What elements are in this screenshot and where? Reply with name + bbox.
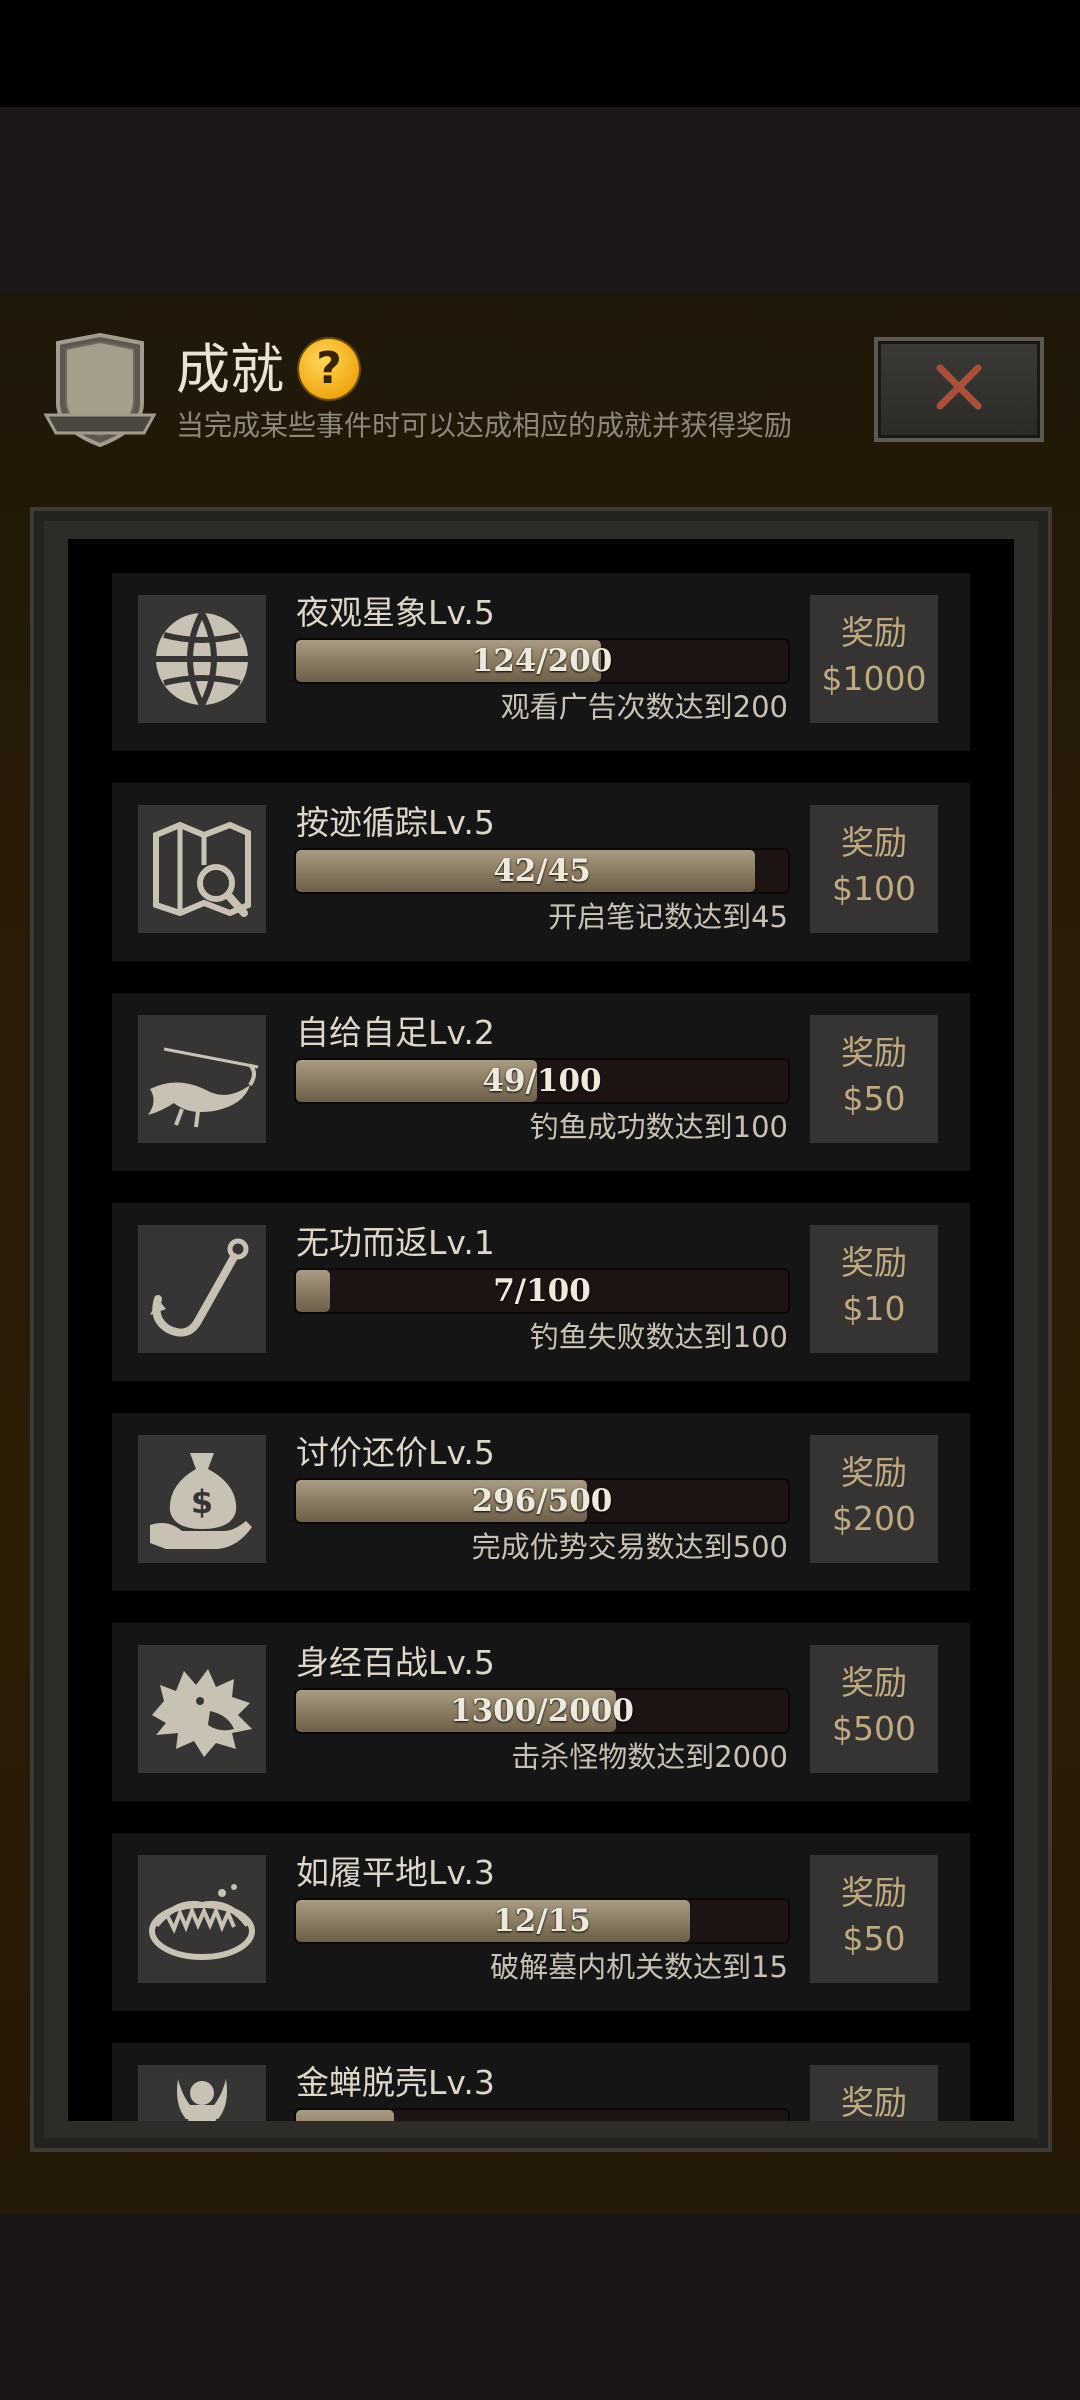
achievement-goal: 开启笔记数达到45 [548,900,788,934]
achievement-card: 夜观星象Lv.5 124/200 观看广告次数达到200 奖励 $1000 [112,573,970,751]
page-subtitle: 当完成某些事件时可以达成相应的成就并获得奖励 [176,409,793,442]
page-title: 成就 [176,338,284,401]
fish-hooked-icon [138,1015,266,1143]
bear-trap-icon [138,1855,266,1983]
backdrop-top [0,107,1080,293]
achievement-goal: 钓鱼失败数达到100 [529,1320,788,1354]
reward-label: 奖励 [841,1033,907,1072]
reward-button[interactable]: 奖励 $10 [810,1225,938,1353]
progress-bar: 124/200 [294,638,790,684]
reward-button[interactable]: 奖励 $50 [810,1015,938,1143]
reward-label: 奖励 [841,1243,907,1282]
svg-text:$: $ [191,1483,213,1521]
achievement-goal: 破解墓内机关数达到15 [490,1950,788,1984]
achievement-card: 身经百战Lv.5 1300/2000 击杀怪物数达到2000 奖励 $500 [112,1623,970,1801]
achievement-name: 讨价还价Lv.5 [296,1433,495,1472]
wolf-head-icon [138,1645,266,1773]
progress-bar: 49/100 [294,1058,790,1104]
reward-label: 奖励 [841,823,907,862]
reward-label: 奖励 [841,1873,907,1912]
achievement-card: 如履平地Lv.3 12/15 破解墓内机关数达到15 奖励 $50 [112,1833,970,2011]
close-button[interactable] [874,337,1044,442]
achievement-goal: 钓鱼成功数达到100 [529,1110,788,1144]
reward-label: 奖励 [841,2083,907,2121]
reward-button[interactable]: 奖励 $500 [810,1645,938,1773]
progress-text [294,2108,790,2121]
progress-text: 49/100 [482,1063,602,1099]
reward-label: 奖励 [841,1663,907,1702]
progress-bar: 296/500 [294,1478,790,1524]
system-status-bar [0,0,1080,107]
progress-text: 12/15 [493,1903,591,1939]
help-icon[interactable]: ? [299,339,359,399]
reward-button[interactable]: 奖励 $100 [810,805,938,933]
reward-button[interactable]: 奖励 $1000 [810,595,938,723]
achievement-name: 自给自足Lv.2 [296,1013,495,1052]
reward-button[interactable]: 奖励 $50 [810,1855,938,1983]
progress-bar: 7/100 [294,1268,790,1314]
reward-button[interactable]: 奖励 [810,2065,938,2121]
reward-amount: $10 [842,1289,906,1328]
escape-figure-icon [138,2065,266,2121]
reward-amount: $50 [842,1919,906,1958]
achievement-goal: 完成优势交易数达到500 [471,1530,788,1564]
money-bag-hand-icon: $ [138,1435,266,1563]
achievement-card: 金蝉脱壳Lv.3 奖励 [112,2043,970,2121]
reward-label: 奖励 [841,1453,907,1492]
reward-amount: $500 [832,1709,916,1748]
achievement-card: 按迹循踪Lv.5 42/45 开启笔记数达到45 奖励 $100 [112,783,970,961]
progress-bar: 1300/2000 [294,1688,790,1734]
reward-button[interactable]: 奖励 $200 [810,1435,938,1563]
progress-text: 7/100 [493,1273,591,1309]
achievement-name: 无功而返Lv.1 [296,1223,495,1262]
fishhook-icon [138,1225,266,1353]
progress-text: 42/45 [493,853,591,889]
progress-bar [294,2108,790,2121]
reward-amount: $100 [832,869,916,908]
reward-label: 奖励 [841,613,907,652]
achievement-name: 如履平地Lv.3 [296,1853,495,1892]
close-x-icon [936,364,982,410]
reward-amount: $50 [842,1079,906,1118]
progress-bar: 12/15 [294,1898,790,1944]
backdrop-bottom [0,2213,1080,2400]
achievement-card: 无功而返Lv.1 7/100 钓鱼失败数达到100 奖励 $10 [112,1203,970,1381]
progress-bar: 42/45 [294,848,790,894]
achievement-goal: 击杀怪物数达到2000 [511,1740,788,1774]
achievement-name: 身经百战Lv.5 [296,1643,495,1682]
reward-amount: $200 [832,1499,916,1538]
globe-icon [138,595,266,723]
progress-text: 1300/2000 [450,1693,634,1729]
achievement-goal: 观看广告次数达到200 [500,690,788,724]
reward-amount: $1000 [821,659,927,698]
achievement-name: 夜观星象Lv.5 [296,593,495,632]
achievement-name: 按迹循踪Lv.5 [296,803,495,842]
achievement-card: 自给自足Lv.2 49/100 钓鱼成功数达到100 奖励 $50 [112,993,970,1171]
achievement-name: 金蝉脱壳Lv.3 [296,2063,495,2102]
progress-text: 296/500 [471,1483,613,1519]
achievement-list[interactable]: 夜观星象Lv.5 124/200 观看广告次数达到200 奖励 $1000 按迹… [68,539,1014,2121]
progress-text: 124/200 [471,643,613,679]
map-search-icon [138,805,266,933]
shield-badge-icon [43,332,157,451]
achievement-card: $ 讨价还价Lv.5 296/500 完成优势交易数达到500 奖励 $200 [112,1413,970,1591]
